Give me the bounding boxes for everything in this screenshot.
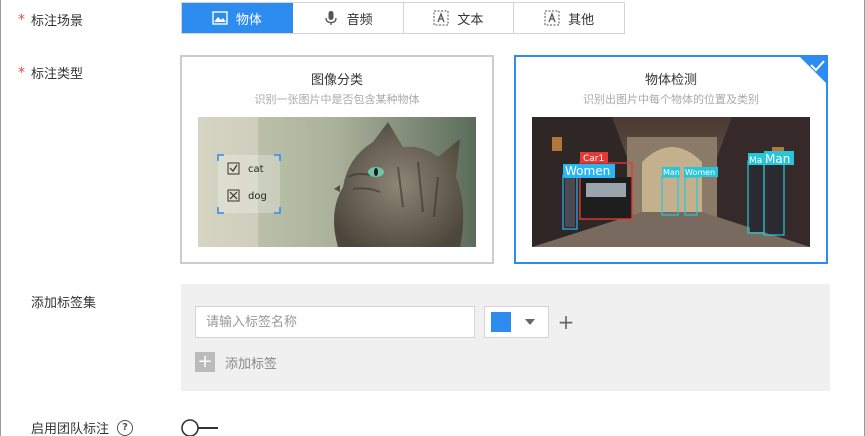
selected-check-icon: [800, 57, 826, 83]
team-label-row: 启用团队标注 ?: [31, 418, 134, 436]
scene-option-other[interactable]: 其他: [514, 3, 624, 33]
box-label: Ma: [749, 156, 762, 166]
scene-option-label: 其他: [568, 12, 595, 28]
frame-left-border: [0, 0, 1, 436]
scene-option-label: 文本: [457, 12, 484, 28]
labelset-panel: + + 添加标签: [181, 284, 830, 391]
card-object-detection[interactable]: 物体检测 识别出图片中每个物体的位置及类别 Car1 Women Man Wom…: [514, 55, 828, 264]
type-label-row: * 标注类型: [18, 63, 84, 83]
labelset-label: 添加标签集: [31, 292, 96, 311]
box-label: Man: [663, 168, 680, 177]
type-label: 标注类型: [31, 67, 84, 82]
card-desc: 识别出图片中每个物体的位置及类别: [583, 93, 759, 106]
scene-option-label: 物体: [235, 12, 262, 28]
box-label: Man: [765, 152, 790, 166]
tag-name-input[interactable]: [195, 306, 475, 338]
labelset-label-text: 添加标签集: [31, 296, 97, 311]
image-icon: [212, 11, 228, 25]
required-mark: *: [18, 11, 25, 28]
box-label: Women: [685, 168, 715, 177]
required-mark: *: [18, 64, 25, 81]
plus-icon: +: [195, 352, 215, 372]
street-photo: Car1 Women Man Women Ma Man: [532, 117, 810, 247]
chevron-down-icon: [525, 319, 535, 325]
tag-cat: cat: [248, 164, 264, 175]
scene-option-text[interactable]: 文本: [403, 3, 515, 33]
scene-option-object[interactable]: 物体: [182, 3, 293, 33]
help-icon[interactable]: ?: [117, 419, 134, 436]
add-label-text: 添加标签: [225, 356, 278, 372]
card-desc: 识别一张图片中是否包含某种物体: [254, 93, 420, 106]
team-toggle[interactable]: [180, 418, 220, 436]
team-label: 启用团队标注: [31, 422, 110, 436]
add-tag-row-button[interactable]: +: [557, 310, 575, 334]
box-label: Women: [565, 164, 610, 178]
card-image-classification[interactable]: 图像分类 识别一张图片中是否包含某种物体 cat dog: [180, 55, 494, 264]
text-icon: [544, 10, 560, 26]
add-label-button[interactable]: + 添加标签: [195, 352, 277, 372]
color-swatch: [491, 312, 511, 332]
text-icon: [433, 10, 449, 26]
box-label: Car1: [583, 154, 604, 164]
scene-label-row: * 标注场景: [18, 10, 84, 30]
card-title: 图像分类: [310, 73, 363, 88]
scene-option-audio[interactable]: 音频: [292, 3, 404, 33]
scene-option-label: 音频: [346, 12, 373, 28]
scene-label: 标注场景: [31, 14, 84, 29]
cat-photo: cat dog: [198, 117, 476, 247]
color-picker[interactable]: [484, 306, 549, 338]
card-title: 物体检测: [644, 73, 697, 88]
scene-segmented-control: 物体 音频 文本 其他: [181, 2, 625, 34]
tag-dog: dog: [248, 191, 267, 202]
microphone-icon: [324, 11, 337, 25]
